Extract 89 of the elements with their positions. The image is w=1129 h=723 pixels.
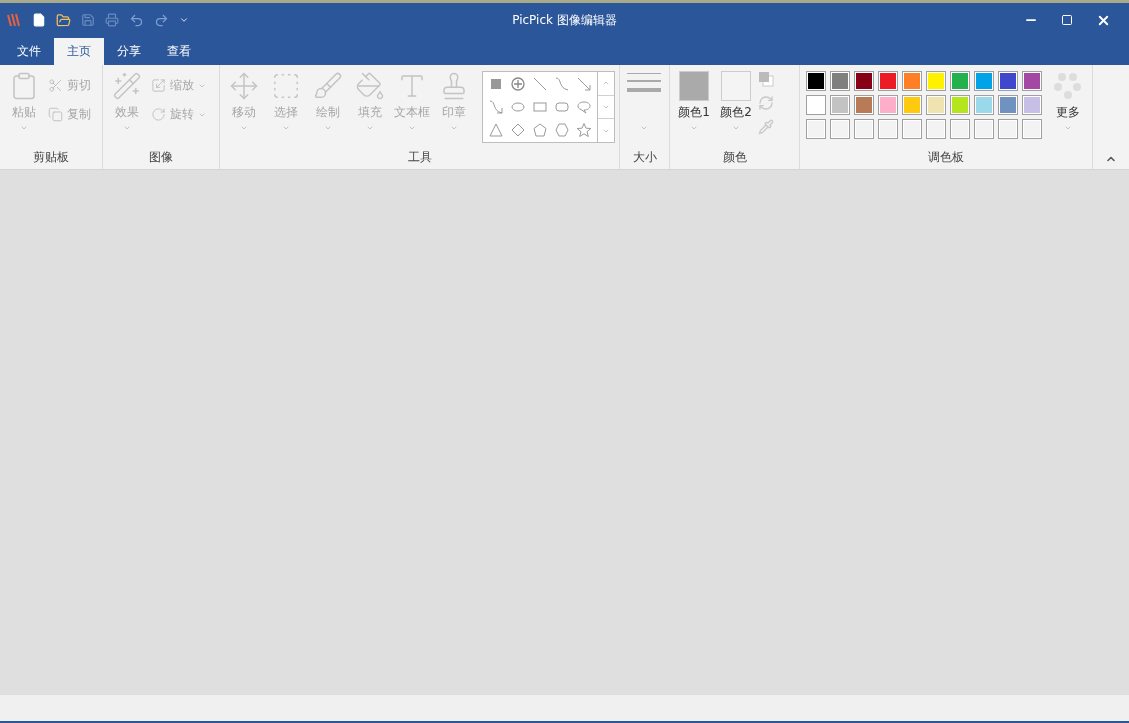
hexagon-icon[interactable] (554, 121, 570, 138)
group-label: 调色板 (928, 149, 964, 166)
color-cell[interactable] (974, 71, 994, 91)
caret-icon (690, 124, 698, 132)
new-file-icon[interactable] (32, 13, 46, 27)
save-icon[interactable] (81, 13, 95, 27)
empty-color-cell[interactable] (878, 119, 898, 139)
rotate-icon (151, 107, 166, 122)
color-cell[interactable] (878, 95, 898, 115)
caret-icon (640, 124, 648, 132)
color-button[interactable]: 颜色1 (674, 69, 714, 134)
redo-icon[interactable] (154, 12, 169, 28)
group-label: 剪贴板 (33, 149, 69, 166)
caret-icon (366, 124, 374, 132)
color-cell[interactable] (926, 95, 946, 115)
diamond-icon[interactable] (510, 121, 526, 138)
pentagon-icon[interactable] (532, 121, 548, 138)
empty-color-cell[interactable] (974, 119, 994, 139)
color-cell[interactable] (854, 95, 874, 115)
color-cell[interactable] (830, 71, 850, 91)
fill-icon (355, 71, 385, 101)
color-cell[interactable] (902, 71, 922, 91)
caret-icon (240, 124, 248, 132)
color-cell[interactable] (854, 71, 874, 91)
line-icon[interactable] (532, 75, 548, 92)
customize-icon[interactable] (179, 15, 189, 25)
eyedropper-icon[interactable] (758, 119, 774, 135)
cut-icon (48, 78, 63, 93)
copy-icon (48, 107, 63, 122)
color-cell[interactable] (902, 95, 922, 115)
caret-icon (20, 124, 28, 132)
swap-colors-icon[interactable] (758, 71, 774, 87)
caret-icon (732, 124, 740, 132)
print-icon[interactable] (105, 13, 119, 27)
open-folder-icon[interactable] (56, 12, 71, 28)
draw-icon (313, 71, 343, 101)
speech-bubble-icon[interactable] (576, 98, 592, 115)
group-label: 颜色 (722, 149, 747, 166)
caret-icon (408, 124, 416, 132)
ribbon-tab[interactable]: 查看 (154, 38, 204, 65)
color-cell[interactable] (1022, 71, 1042, 91)
caret-icon (450, 124, 458, 132)
move-icon (229, 71, 259, 101)
triangle-icon[interactable] (488, 121, 504, 138)
color-cell[interactable] (950, 71, 970, 91)
empty-color-cell[interactable] (902, 119, 922, 139)
group-label: 工具 (407, 149, 432, 166)
chevron-down-icon (602, 103, 610, 111)
empty-color-cell[interactable] (1022, 119, 1042, 139)
color-cell[interactable] (998, 95, 1018, 115)
empty-color-cell[interactable] (806, 119, 826, 139)
empty-color-cell[interactable] (830, 119, 850, 139)
color-cell[interactable] (806, 95, 826, 115)
select-icon (271, 71, 301, 101)
color-cell[interactable] (950, 95, 970, 115)
color-cell[interactable] (974, 95, 994, 115)
color-cell[interactable] (878, 71, 898, 91)
maximize-icon (1061, 14, 1073, 26)
color-cell[interactable] (998, 71, 1018, 91)
caret-icon (123, 124, 131, 132)
group-label: 图像 (149, 149, 173, 166)
effects-icon (112, 71, 142, 101)
more-colors-button[interactable]: 更多 (1048, 69, 1088, 134)
ribbon-tab[interactable]: 分享 (104, 38, 154, 65)
app-logo-icon (6, 12, 22, 28)
group-label: 大小 (632, 149, 657, 166)
color-cell[interactable] (830, 95, 850, 115)
arrow-line-icon[interactable] (576, 75, 592, 92)
color-cell[interactable] (806, 71, 826, 91)
color-cell[interactable] (1022, 95, 1042, 115)
ribbon-tab[interactable]: 文件 (4, 38, 54, 65)
color-cell[interactable] (926, 71, 946, 91)
caret-icon (324, 124, 332, 132)
caret-icon (282, 124, 290, 132)
circle-plus-icon[interactable] (510, 75, 526, 92)
curve-icon[interactable] (554, 75, 570, 92)
empty-color-cell[interactable] (926, 119, 946, 139)
resize-icon (151, 78, 166, 93)
ribbon-tab[interactable]: 主页 (54, 38, 104, 65)
empty-color-cell[interactable] (950, 119, 970, 139)
empty-color-cell[interactable] (854, 119, 874, 139)
color-button[interactable]: 颜色2 (716, 69, 756, 134)
caret-icon (1064, 124, 1072, 132)
window-title: PicPick 图像编辑器 (512, 11, 617, 29)
star-icon[interactable] (576, 121, 592, 138)
curved-arrow-icon[interactable] (488, 98, 504, 115)
undo-icon[interactable] (129, 12, 144, 28)
empty-color-cell[interactable] (998, 119, 1018, 139)
reset-colors-icon[interactable] (758, 95, 774, 111)
